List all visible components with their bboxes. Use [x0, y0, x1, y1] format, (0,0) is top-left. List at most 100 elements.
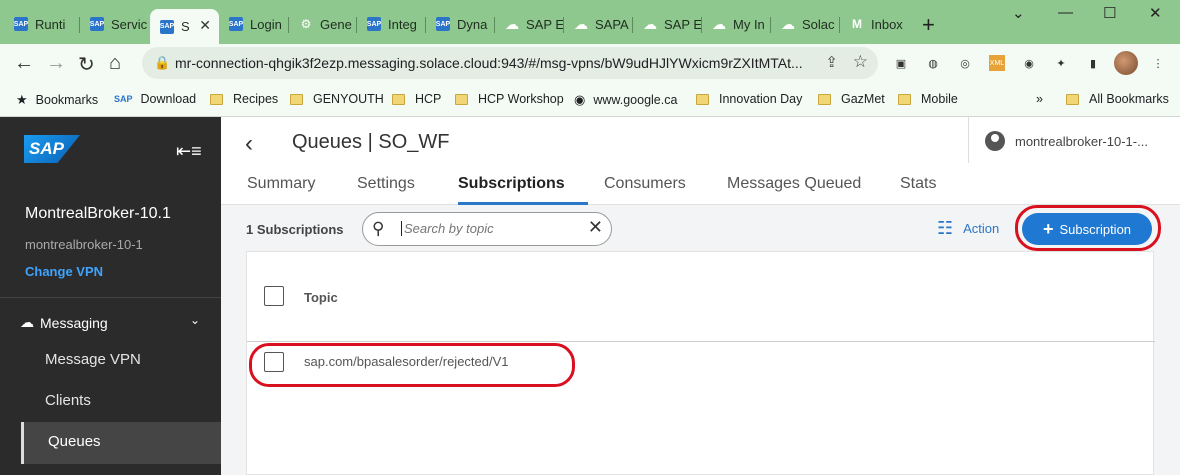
puzzle-icon[interactable]: ✦: [1053, 55, 1069, 71]
folder-icon: [392, 93, 405, 105]
browser-tab[interactable]: ☁ SAPA: [564, 9, 633, 39]
tab-label: Login: [250, 16, 282, 32]
xml-extension-icon[interactable]: XML: [989, 55, 1005, 71]
row-checkbox[interactable]: [264, 352, 284, 372]
user-icon: [985, 131, 1005, 151]
bookmark-item[interactable]: Innovation Day: [696, 92, 802, 106]
sap-logo: SAP: [24, 135, 80, 163]
bookmark-item[interactable]: HCP: [392, 92, 441, 106]
all-bookmarks[interactable]: All Bookmarks: [1066, 92, 1169, 106]
sidebar-item-queues[interactable]: Queues: [21, 422, 221, 464]
address-bar[interactable]: 🔒 mr-connection-qhgik3f2ezp.messaging.so…: [142, 47, 878, 79]
browser-tab[interactable]: M Inbox: [840, 9, 909, 39]
clear-icon[interactable]: ✕: [588, 217, 603, 238]
tab-label: Servic: [111, 16, 148, 32]
sap-favicon-icon: SAP: [90, 17, 104, 31]
browser-tab-strip: SAP Runti SAP Servic SAP S ✕ SAP Login ⚙…: [0, 0, 1180, 44]
window-close-icon[interactable]: ✕: [1149, 4, 1162, 22]
forward-arrow-icon[interactable]: →: [46, 52, 66, 75]
side-panel-icon[interactable]: ▮: [1085, 55, 1101, 71]
browser-tab[interactable]: SAP Servic: [80, 9, 150, 39]
browser-tab[interactable]: SAP Integ: [357, 9, 426, 39]
action-button[interactable]: ☷ Action: [937, 218, 999, 239]
cloud-favicon-icon: ☁: [643, 15, 657, 32]
sidebar-item-clients[interactable]: Clients: [45, 392, 91, 409]
tab-label: SAP E: [664, 16, 702, 32]
minimize-icon[interactable]: —: [1058, 4, 1073, 21]
new-tab-icon[interactable]: +: [922, 12, 935, 38]
sap-favicon-icon: SAP: [114, 94, 133, 104]
browser-tab[interactable]: ☁ SAP E: [633, 9, 702, 39]
browser-toolbar: ← → ↻ ⌂ 🔒 mr-connection-qhgik3f2ezp.mess…: [0, 44, 1180, 84]
bookmark-item[interactable]: HCP Workshop: [455, 92, 564, 106]
tab-settings[interactable]: Settings: [357, 175, 415, 193]
tab-stats[interactable]: Stats: [900, 175, 936, 193]
browser-tab[interactable]: ☁ Solac: [771, 9, 840, 39]
chevron-down-icon[interactable]: ⌄: [190, 313, 200, 327]
share-icon[interactable]: ⇪: [825, 53, 838, 71]
sap-favicon-icon: SAP: [160, 19, 174, 34]
tab-subscriptions[interactable]: Subscriptions: [458, 175, 565, 193]
subscriptions-content: 1 Subscriptions ⚲ ✕ ☷ Action + Subscript…: [221, 205, 1180, 475]
extension-icon[interactable]: ◍: [925, 55, 941, 71]
browser-tab[interactable]: ⚙ Gene: [289, 9, 357, 39]
change-vpn-link[interactable]: Change VPN: [25, 264, 103, 279]
browser-tab[interactable]: SAP Runti: [4, 9, 80, 39]
bookmark-star-icon[interactable]: ☆: [853, 52, 868, 72]
folder-icon: [1066, 93, 1079, 105]
profile-avatar[interactable]: [1114, 51, 1138, 75]
reload-icon[interactable]: ↻: [78, 52, 95, 77]
search-box[interactable]: ⚲ ✕: [362, 212, 612, 246]
bookmark-item[interactable]: ★ Bookmarks: [16, 92, 98, 108]
home-icon[interactable]: ⌂: [109, 52, 121, 75]
user-menu[interactable]: montrealbroker-10-1-...: [968, 117, 1180, 163]
tab-label: Solac: [802, 16, 835, 32]
tab-label: SAPA: [595, 16, 629, 32]
tab-label: S: [181, 19, 190, 34]
search-input[interactable]: [401, 221, 586, 236]
tab-label: My In: [733, 16, 765, 32]
add-subscription-button[interactable]: + Subscription: [1022, 213, 1152, 245]
sap-favicon-icon: SAP: [367, 17, 381, 31]
extension-icon[interactable]: ▣: [893, 55, 909, 71]
bookmark-item[interactable]: Mobile: [898, 92, 958, 106]
more-bookmarks-chevron[interactable]: »: [1036, 92, 1043, 106]
sidebar: SAP ⇤≡ MontrealBroker-10.1 montrealbroke…: [0, 117, 221, 475]
screenshot-root: SAP Runti SAP Servic SAP S ✕ SAP Login ⚙…: [0, 0, 1180, 475]
browser-tab[interactable]: ☁ My In: [702, 9, 771, 39]
close-icon[interactable]: ✕: [199, 17, 211, 34]
bookmark-item[interactable]: Recipes: [210, 92, 278, 106]
bookmark-item[interactable]: ◉ www.google.ca: [574, 92, 677, 108]
maximize-icon[interactable]: ☐: [1103, 4, 1116, 22]
broker-id: montrealbroker-10-1: [25, 237, 143, 252]
column-header-topic: Topic: [304, 290, 338, 305]
bookmark-item[interactable]: SAP Download: [114, 92, 196, 106]
collapse-menu-icon[interactable]: ⇤≡: [176, 141, 202, 162]
messaging-section[interactable]: ☁ Messaging: [20, 314, 108, 331]
menu-kebab-icon[interactable]: ⋮: [1150, 55, 1166, 71]
bookmark-item[interactable]: GazMet: [818, 92, 885, 106]
sap-favicon-icon: SAP: [436, 17, 450, 31]
browser-tab[interactable]: SAP Dyna: [426, 9, 495, 39]
tab-label: Runti: [35, 16, 66, 32]
tab-messages-queued[interactable]: Messages Queued: [727, 175, 861, 193]
cloud-favicon-icon: ☁: [505, 15, 519, 32]
tab-search-icon[interactable]: ⌄: [1012, 4, 1025, 22]
browser-tab[interactable]: ☁ SAP E: [495, 9, 564, 39]
select-all-checkbox[interactable]: [264, 286, 284, 306]
tab-consumers[interactable]: Consumers: [604, 175, 686, 193]
sap-favicon-icon: SAP: [14, 17, 28, 31]
bookmark-item[interactable]: GENYOUTH: [290, 92, 384, 106]
back-arrow-icon[interactable]: ←: [14, 52, 34, 75]
url-text[interactable]: mr-connection-qhgik3f2ezp.messaging.sola…: [175, 55, 805, 71]
sidebar-item-message-vpn[interactable]: Message VPN: [45, 351, 141, 368]
tab-summary[interactable]: Summary: [247, 175, 315, 193]
browser-tab[interactable]: SAP Login: [219, 9, 289, 39]
topic-cell: sap.com/bpasalesorder/rejected/V1: [304, 354, 509, 369]
extension-icon[interactable]: ◉: [1021, 55, 1037, 71]
browser-tab-active[interactable]: SAP S ✕: [150, 9, 219, 44]
back-chevron-icon[interactable]: ‹: [245, 130, 253, 158]
search-icon: ⚲: [372, 219, 385, 238]
extension-icon[interactable]: ◎: [957, 55, 973, 71]
folder-icon: [818, 93, 831, 105]
